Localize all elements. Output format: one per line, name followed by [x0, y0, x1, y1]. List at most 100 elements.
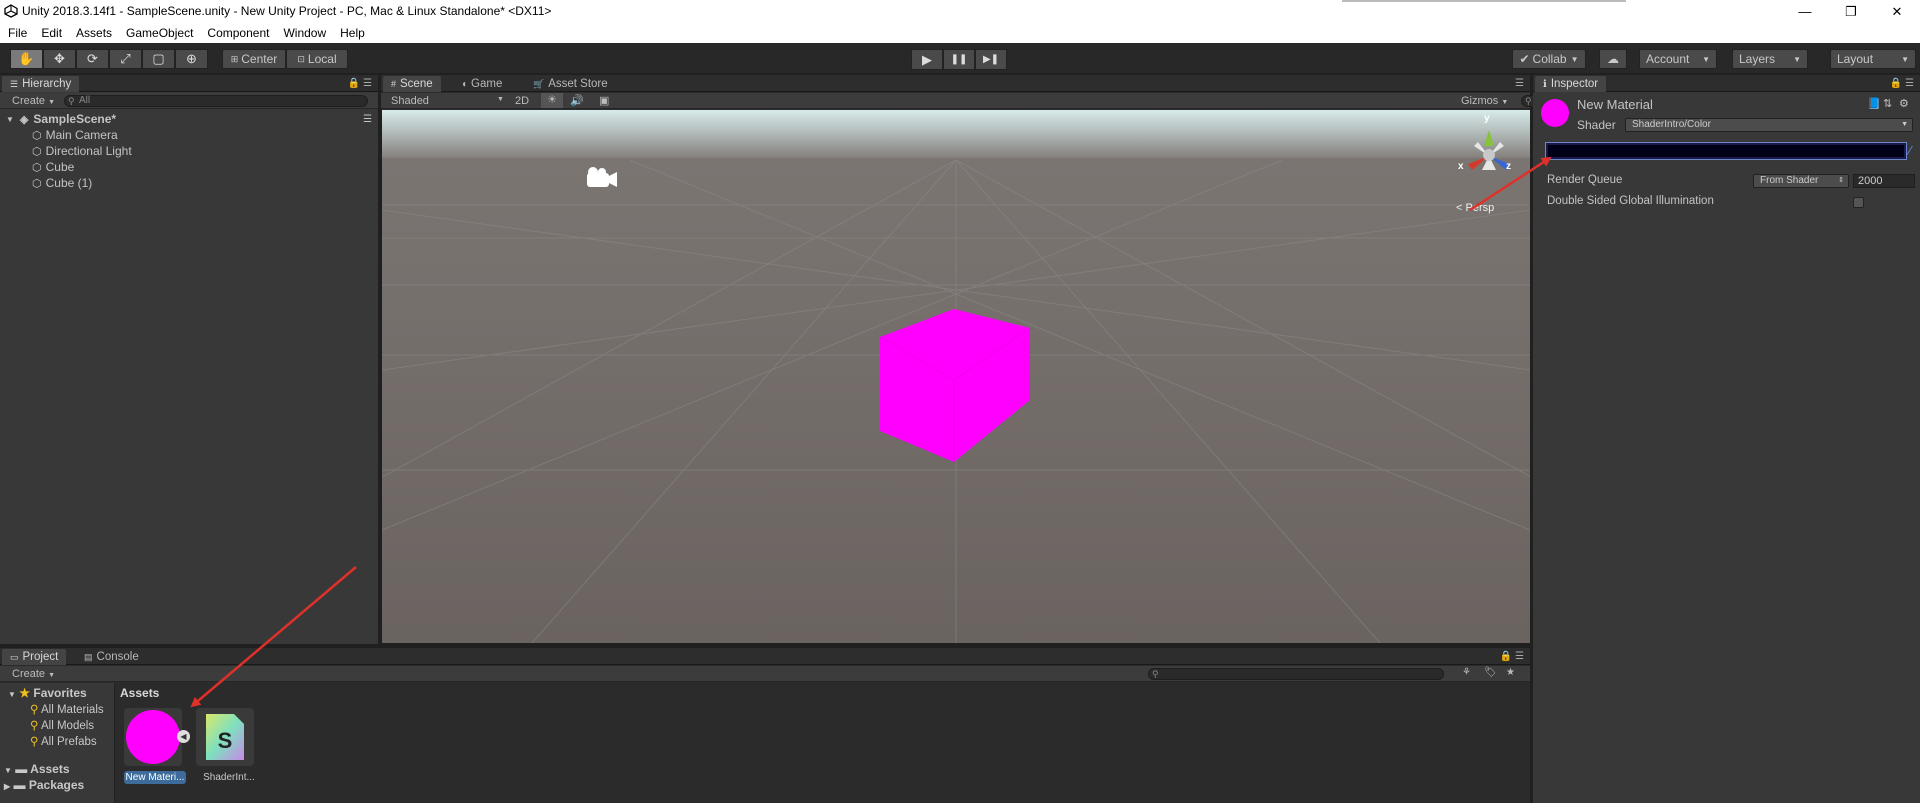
- rotate-tool-icon[interactable]: ⟳: [76, 49, 109, 69]
- chevron-down-icon: ▼: [1501, 99, 1509, 106]
- menu-window[interactable]: Window: [283, 26, 326, 40]
- favorites-item[interactable]: ⚲ All Materials: [30, 702, 104, 716]
- scene-root[interactable]: ▼ ◈ SampleScene* ☰: [0, 111, 378, 127]
- move-tool-icon[interactable]: ✥: [43, 49, 76, 69]
- hierarchy-search-input[interactable]: ⚲ All: [64, 95, 368, 107]
- favorites-item[interactable]: ⚲ All Prefabs: [30, 734, 97, 748]
- gear-icon[interactable]: ⚙: [1899, 97, 1909, 110]
- menu-assets[interactable]: Assets: [76, 26, 112, 40]
- chevron-down-icon: ▼: [1570, 54, 1579, 64]
- project-panel: ▭ Project ▤ Console 🔒 ☰ Create ▼ ⚲ ⚘ 🏷 ★ ▼…: [0, 648, 1530, 803]
- menu-edit[interactable]: Edit: [41, 26, 62, 40]
- project-search-input[interactable]: ⚲: [1148, 668, 1444, 680]
- shading-dropdown[interactable]: Shaded: [391, 95, 429, 107]
- maximize-button[interactable]: ❐: [1828, 0, 1874, 23]
- minimize-button[interactable]: —: [1782, 0, 1828, 23]
- create-dropdown[interactable]: Create ▼: [12, 668, 55, 680]
- lighting-toggle-icon[interactable]: ☀: [541, 93, 563, 108]
- step-button[interactable]: ▶❚: [975, 49, 1007, 70]
- expand-arrow-icon: ▼: [4, 766, 12, 775]
- transform-tool-icon[interactable]: ⊕: [175, 49, 208, 69]
- packages-node[interactable]: ▶ ▬ Packages: [4, 778, 84, 792]
- orientation-gizmo-icon[interactable]: [1454, 118, 1524, 196]
- asset-item[interactable]: S: [196, 708, 254, 766]
- render-queue-mode-dropdown[interactable]: From Shader ⇕: [1753, 174, 1849, 188]
- chevron-down-icon: ▼: [1901, 121, 1908, 128]
- pivot-center-toggle[interactable]: ⊞ Center: [222, 49, 286, 69]
- collab-dropdown[interactable]: ✔ Collab ▼: [1512, 49, 1586, 69]
- scale-tool-icon[interactable]: ⤢: [109, 49, 142, 69]
- chevron-down-icon: ▼: [1793, 54, 1801, 64]
- cloud-button[interactable]: ☁: [1599, 49, 1627, 69]
- material-name: New Material: [1577, 97, 1653, 112]
- unity-logo-icon: [4, 4, 18, 18]
- breadcrumb[interactable]: Assets: [120, 686, 159, 700]
- play-controls: ▶ ❚❚ ▶❚: [911, 49, 1007, 70]
- shader-dropdown[interactable]: ShaderIntro/Color ▼: [1625, 118, 1913, 132]
- panel-menu-icon[interactable]: ☰: [1515, 78, 1524, 89]
- asset-item[interactable]: ◀: [124, 708, 190, 766]
- favorites-item[interactable]: ⚲ All Models: [30, 718, 94, 732]
- tab-console[interactable]: ▤ Console: [76, 649, 147, 665]
- tab-inspector[interactable]: ℹ Inspector: [1535, 76, 1607, 92]
- main-toolbar: ✋ ✥ ⟳ ⤢ ▢ ⊕ ⊞ Center ⊡ Local ▶ ❚❚ ▶❚ ✔ Coll…: [0, 43, 1920, 73]
- create-dropdown[interactable]: Create ▼: [12, 95, 55, 107]
- tab-hierarchy[interactable]: ☰ Hierarchy: [2, 76, 80, 92]
- account-dropdown[interactable]: Account ▼: [1639, 49, 1717, 69]
- scene-menu-icon[interactable]: ☰: [363, 114, 372, 125]
- title-bar: Unity 2018.3.14f1 - SampleScene.unity - …: [0, 0, 1920, 23]
- info-icon: ℹ: [1543, 78, 1547, 90]
- gizmos-dropdown[interactable]: Gizmos ▼: [1461, 95, 1508, 107]
- pivot-local-toggle[interactable]: ⊡ Local: [286, 49, 348, 69]
- hierarchy-item[interactable]: ⬡ Cube (1): [0, 175, 378, 191]
- effects-toggle-icon[interactable]: ▣: [599, 94, 609, 107]
- tab-scene[interactable]: # Scene: [383, 76, 441, 92]
- folder-icon: ▭: [10, 651, 19, 662]
- menu-file[interactable]: File: [8, 26, 27, 40]
- dsgi-checkbox[interactable]: [1853, 197, 1864, 208]
- panel-menu-icon[interactable]: 🔒 ☰: [348, 78, 372, 89]
- hierarchy-item[interactable]: ⬡ Cube: [0, 159, 378, 175]
- audio-toggle-icon[interactable]: 🔊: [570, 94, 584, 107]
- color-property-field[interactable]: [1545, 142, 1907, 160]
- hierarchy-item[interactable]: ⬡ Directional Light: [0, 143, 378, 159]
- eyedropper-icon[interactable]: ⁄: [1909, 143, 1911, 158]
- menu-help[interactable]: Help: [340, 26, 365, 40]
- preset-icon[interactable]: ⇅: [1883, 97, 1892, 110]
- play-button[interactable]: ▶: [911, 49, 943, 70]
- filter-type-icon[interactable]: ⚘: [1462, 667, 1471, 678]
- console-icon: ▤: [84, 651, 93, 662]
- gameobject-icon: ⬡: [32, 161, 42, 174]
- layout-dropdown[interactable]: Layout ▼: [1830, 49, 1916, 69]
- tab-project[interactable]: ▭ Project: [2, 649, 67, 665]
- mode-2d-toggle[interactable]: 2D: [515, 95, 529, 107]
- menu-gameobject[interactable]: GameObject: [126, 26, 193, 40]
- favorite-star-icon[interactable]: ★: [1506, 667, 1515, 678]
- axis-y-label: y: [1484, 113, 1490, 124]
- rect-tool-icon[interactable]: ▢: [142, 49, 175, 69]
- expand-arrow-icon[interactable]: ◀: [177, 730, 190, 743]
- chevron-down-icon: ▼: [48, 99, 56, 106]
- asset-label: ShaderInt...: [203, 772, 255, 783]
- hand-tool-icon[interactable]: ✋: [10, 49, 43, 69]
- layers-dropdown[interactable]: Layers ▼: [1732, 49, 1808, 69]
- shader-label: Shader: [1577, 118, 1616, 132]
- axis-x-label: x: [1458, 161, 1464, 172]
- render-queue-input[interactable]: 2000: [1853, 174, 1915, 188]
- search-icon: ⚲: [30, 736, 39, 748]
- assets-node[interactable]: ▼ ▬ Assets: [4, 762, 70, 776]
- menu-component[interactable]: Component: [207, 26, 269, 40]
- local-icon: ⊡: [297, 53, 305, 64]
- book-icon[interactable]: 📘: [1867, 97, 1881, 110]
- panel-menu-icon[interactable]: 🔒 ☰: [1500, 651, 1524, 662]
- panel-menu-icon[interactable]: 🔒 ☰: [1890, 78, 1914, 89]
- tab-game[interactable]: ◖ Game: [453, 76, 510, 92]
- close-button[interactable]: ✕: [1874, 0, 1920, 23]
- pause-button[interactable]: ❚❚: [943, 49, 975, 70]
- tab-asset-store[interactable]: 🛒 Asset Store: [525, 76, 616, 92]
- hierarchy-item[interactable]: ⬡ Main Camera: [0, 127, 378, 143]
- persp-label[interactable]: < Persp: [1456, 202, 1494, 214]
- filter-label-icon[interactable]: 🏷: [1484, 667, 1497, 678]
- favorites-node[interactable]: ▼ ★ Favorites: [8, 686, 87, 700]
- scene-viewport[interactable]: x z y < Persp: [382, 110, 1530, 643]
